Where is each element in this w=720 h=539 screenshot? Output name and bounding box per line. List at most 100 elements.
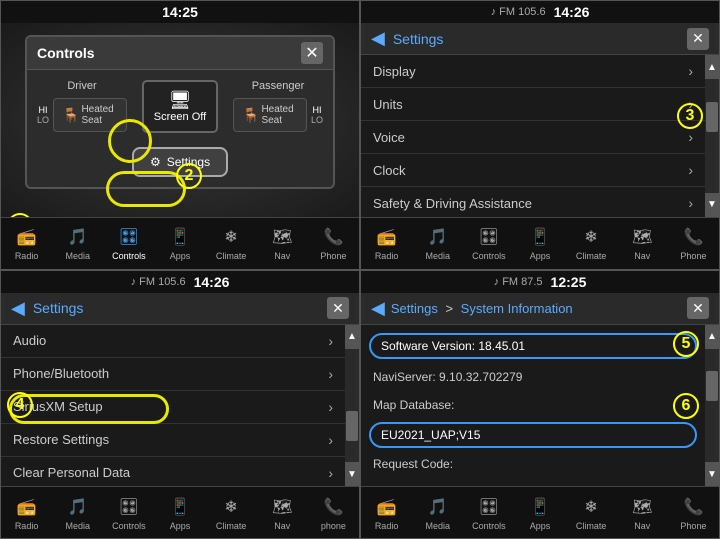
settings-title-2: Settings: [393, 31, 444, 47]
nav-icon-3: 🗺: [270, 495, 294, 519]
panel-settings-2: ♪ FM 105.6 14:26 ◀ Settings ✕ Audio› Pho…: [0, 270, 360, 539]
radio-icon-1: 📻: [15, 225, 39, 249]
scrollbar-3[interactable]: ▲ ▼: [345, 325, 359, 487]
nav-item-radio-4[interactable]: 📻 Radio: [361, 495, 412, 531]
nav-item-media-2[interactable]: 🎵 Media: [412, 225, 463, 261]
nav-item-climate-3[interactable]: ❄ Climate: [206, 495, 257, 531]
passenger-column: Passenger 🪑 Heated Seat HI LO: [233, 80, 323, 133]
panel-sysinfo: ♪ FM 87.5 12:25 ◀ Settings > System Info…: [360, 270, 720, 539]
nav-item-controls-1[interactable]: 🎛 Controls: [103, 225, 154, 261]
time-4: 12:25: [551, 274, 587, 290]
nav-item-apps-3[interactable]: 📱 Apps: [154, 495, 205, 531]
nav-item-phone-3[interactable]: 📞 phone: [308, 495, 359, 531]
settings-button[interactable]: ⚙ Settings: [132, 147, 228, 177]
nav-item-apps-1[interactable]: 📱 Apps: [154, 225, 205, 261]
breadcrumb-settings: Settings: [391, 301, 438, 316]
back-button-2[interactable]: ◀: [371, 28, 385, 49]
passenger-heated-seat-label: Heated Seat: [261, 104, 298, 126]
back-button-3[interactable]: ◀: [11, 298, 25, 319]
close-button-2[interactable]: ✕: [687, 28, 709, 50]
settings-content-2: ◀ Settings ✕ Audio› Phone/Bluetooth› Sir…: [1, 293, 359, 487]
nav-item-phone-1[interactable]: 📞 Phone: [308, 225, 359, 261]
settings-gear-icon: ⚙: [150, 155, 161, 169]
scroll-thumb-2: [706, 102, 718, 132]
nav-item-controls-2[interactable]: 🎛 Controls: [463, 225, 514, 261]
sysinfo-request-code-label: Request Code:: [361, 450, 705, 479]
settings-item-audio[interactable]: Audio›: [1, 325, 345, 358]
scroll-up-3[interactable]: ▲: [345, 325, 359, 349]
scroll-thumb-3: [346, 411, 358, 441]
screen-off-button[interactable]: 🖥 Screen Off: [142, 80, 218, 133]
driver-column: Driver HI LO 🪑 Heated Seat: [37, 80, 127, 133]
phone-icon-4: 📞: [681, 495, 705, 519]
controls-icon-2: 🎛: [477, 225, 501, 249]
driver-label: Driver: [67, 80, 96, 92]
nav-item-apps-2[interactable]: 📱 Apps: [514, 225, 565, 261]
nav-item-media-1[interactable]: 🎵 Media: [52, 225, 103, 261]
nav-item-climate-1[interactable]: ❄ Climate: [206, 225, 257, 261]
time-1: 14:25: [162, 4, 198, 20]
settings-item-units[interactable]: Units›: [361, 88, 705, 121]
scroll-down-3[interactable]: ▼: [345, 462, 359, 486]
settings-item-phone-bt[interactable]: Phone/Bluetooth›: [1, 358, 345, 391]
screen-off-label: Screen Off: [154, 111, 206, 123]
close-button-3[interactable]: ✕: [327, 297, 349, 319]
settings-item-safety[interactable]: Safety & Driving Assistance›: [361, 187, 705, 217]
sysinfo-software-version: Software Version: 18.45.01: [369, 333, 697, 359]
nav-item-controls-4[interactable]: 🎛 Controls: [463, 495, 514, 531]
scroll-up-2[interactable]: ▲: [705, 55, 719, 79]
nav-item-nav-3[interactable]: 🗺 Nav: [257, 495, 308, 531]
nav-item-radio-3[interactable]: 📻 Radio: [1, 495, 52, 531]
settings-item-siriusxm[interactable]: SiriusXM Setup›: [1, 391, 345, 424]
nav-item-nav-1[interactable]: 🗺 Nav: [257, 225, 308, 261]
sysinfo-header: ◀ Settings > System Information ✕: [361, 293, 719, 325]
status-bar-1: 14:25: [1, 1, 359, 23]
nav-icon-2: 🗺: [630, 225, 654, 249]
scroll-up-4[interactable]: ▲: [705, 325, 719, 349]
scrollbar-2[interactable]: ▲ ▼: [705, 55, 719, 217]
driver-heated-seat-button[interactable]: 🪑 Heated Seat: [53, 98, 127, 132]
phone-icon-3: 📞: [321, 495, 345, 519]
media-icon-1: 🎵: [66, 225, 90, 249]
nav-item-nav-2[interactable]: 🗺 Nav: [617, 225, 668, 261]
settings-item-voice[interactable]: Voice›: [361, 121, 705, 154]
scroll-track-4: [705, 349, 719, 463]
nav-item-radio-1[interactable]: 📻 Radio: [1, 225, 52, 261]
media-icon-3: 🎵: [66, 495, 90, 519]
nav-item-radio-2[interactable]: 📻 Radio: [361, 225, 412, 261]
settings-item-restore[interactable]: Restore Settings›: [1, 424, 345, 457]
time-3: 14:26: [194, 274, 230, 290]
settings-item-clear[interactable]: Clear Personal Data›: [1, 457, 345, 487]
scroll-down-2[interactable]: ▼: [705, 193, 719, 217]
nav-item-nav-4[interactable]: 🗺 Nav: [617, 495, 668, 531]
nav-item-media-3[interactable]: 🎵 Media: [52, 495, 103, 531]
close-button-4[interactable]: ✕: [687, 297, 709, 319]
scroll-down-4[interactable]: ▼: [705, 462, 719, 486]
apps-icon-1: 📱: [168, 225, 192, 249]
controls-close-button[interactable]: ✕: [301, 42, 323, 64]
settings-btn-row: ⚙ Settings: [27, 143, 333, 187]
nav-item-controls-3[interactable]: 🎛 Controls: [103, 495, 154, 531]
back-button-4[interactable]: ◀: [371, 298, 385, 319]
nav-item-climate-4[interactable]: ❄ Climate: [566, 495, 617, 531]
nav-item-apps-4[interactable]: 📱 Apps: [514, 495, 565, 531]
settings-item-display[interactable]: Display›: [361, 55, 705, 88]
nav-item-phone-4[interactable]: 📞 Phone: [668, 495, 719, 531]
climate-icon-1: ❄: [219, 225, 243, 249]
radio-icon-3: 📻: [15, 495, 39, 519]
scrollbar-4[interactable]: ▲ ▼: [705, 325, 719, 487]
passenger-heated-seat-button[interactable]: 🪑 Heated Seat: [233, 98, 307, 132]
apps-icon-4: 📱: [528, 495, 552, 519]
climate-icon-2: ❄: [579, 225, 603, 249]
sysinfo-map-db-value: EU2021_UAP;V15: [369, 422, 697, 448]
nav-item-phone-2[interactable]: 📞 Phone: [668, 225, 719, 261]
passenger-label: Passenger: [252, 80, 305, 92]
apps-icon-3: 📱: [168, 495, 192, 519]
apps-icon-2: 📱: [528, 225, 552, 249]
radio-info-3: ♪ FM 105.6: [131, 276, 186, 288]
nav-bar-1: 📻 Radio 🎵 Media 🎛 Controls 📱 Apps ❄ Clim…: [1, 217, 359, 269]
settings-title-3: Settings: [33, 300, 84, 316]
settings-item-clock[interactable]: Clock›: [361, 154, 705, 187]
nav-item-climate-2[interactable]: ❄ Climate: [566, 225, 617, 261]
nav-item-media-4[interactable]: 🎵 Media: [412, 495, 463, 531]
